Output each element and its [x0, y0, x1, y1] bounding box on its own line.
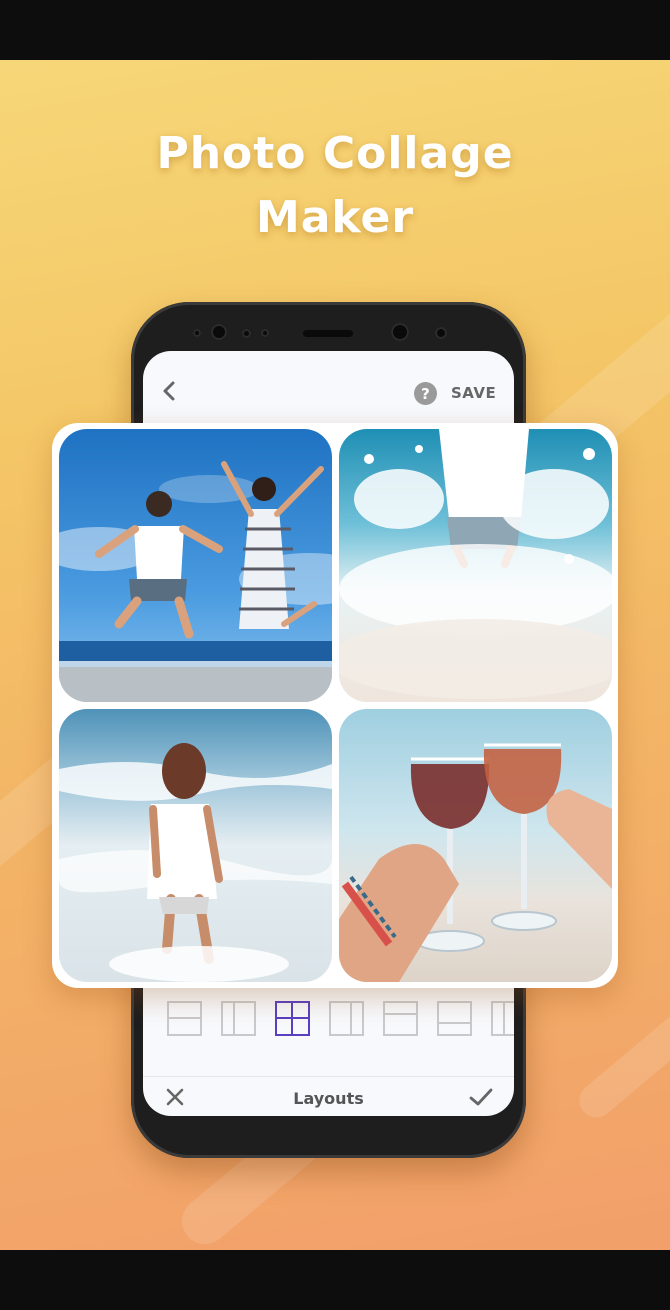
sensor-dot: [261, 329, 269, 337]
layout-option-split-horizontal[interactable]: [167, 1001, 202, 1036]
sensor-dot: [242, 329, 251, 338]
layout-option-split-left[interactable]: [221, 1001, 256, 1036]
app-toolbar: ? SAVE: [143, 351, 514, 421]
layout-option-split-bottom[interactable]: [437, 1001, 472, 1036]
top-letterbox: [0, 0, 670, 60]
front-camera: [211, 324, 227, 340]
collage-photo-2[interactable]: [339, 429, 612, 702]
sensor-dot: [435, 327, 447, 339]
collage-photo-1[interactable]: [59, 429, 332, 702]
layouts-title: Layouts: [293, 1089, 364, 1108]
save-button[interactable]: SAVE: [451, 384, 496, 402]
decor-stripe: [572, 969, 670, 1125]
layout-option-grid-2x2[interactable]: [275, 1001, 310, 1036]
layout-picker: [143, 991, 514, 1041]
layout-option-split-right[interactable]: [329, 1001, 364, 1036]
help-icon[interactable]: ?: [414, 382, 437, 405]
headline-line-1: Photo Collage: [156, 128, 514, 179]
check-icon[interactable]: [468, 1085, 494, 1109]
bottom-letterbox: [0, 1250, 670, 1310]
layout-option-split-vertical[interactable]: [491, 1001, 514, 1036]
speaker-grille: [303, 330, 353, 337]
sensor-dot: [193, 329, 201, 337]
bottom-action-bar: Layouts: [143, 1076, 514, 1116]
iris-scanner: [391, 323, 409, 341]
collage-card: [52, 423, 618, 988]
headline: Photo Collage Maker: [0, 122, 670, 250]
collage-photo-4[interactable]: [339, 709, 612, 982]
headline-line-2: Maker: [255, 192, 415, 243]
chevron-left-icon[interactable]: [155, 377, 183, 405]
collage-photo-3[interactable]: [59, 709, 332, 982]
layout-option-split-top[interactable]: [383, 1001, 418, 1036]
